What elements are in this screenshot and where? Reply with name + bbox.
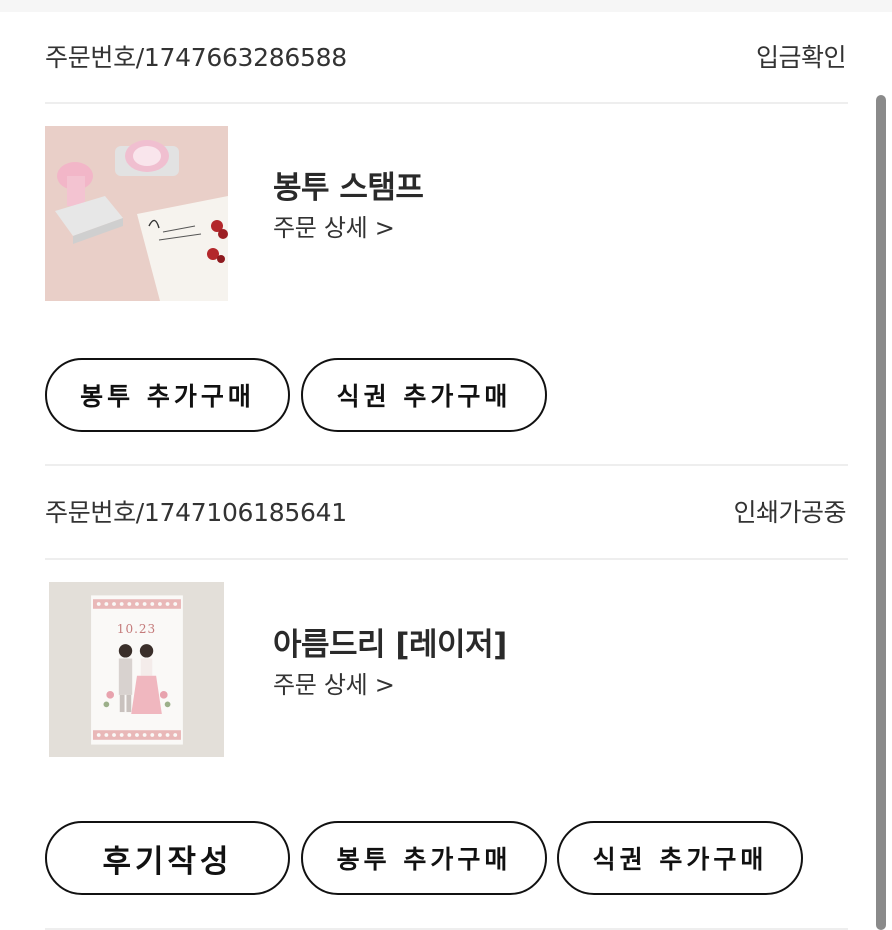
order-card: 주문번호/1747106185641 인쇄가공중 10.23 아름드리 [레이저… bbox=[45, 467, 848, 930]
divider bbox=[45, 464, 848, 466]
meal-ticket-add-purchase-button[interactable]: 식권 추가구매 bbox=[557, 821, 803, 895]
order-status: 인쇄가공중 bbox=[733, 498, 846, 527]
order-status: 입금확인 bbox=[755, 43, 847, 72]
product-thumbnail[interactable] bbox=[45, 126, 228, 301]
product-name[interactable]: 아름드리 [레이저] bbox=[273, 619, 507, 664]
product-name[interactable]: 봉투 스탬프 bbox=[273, 162, 424, 207]
order-card: 주문번호/1747663286588 입금확인 봉투 스탬프 주문 상세 > 봉… bbox=[45, 12, 848, 467]
meal-ticket-add-purchase-button[interactable]: 식권 추가구매 bbox=[301, 358, 547, 432]
order-detail-link[interactable]: 주문 상세 > bbox=[273, 208, 395, 243]
card-date-text: 10.23 bbox=[116, 622, 157, 636]
order-number: 주문번호/1747106185641 bbox=[45, 498, 347, 527]
product-thumbnail[interactable]: 10.23 bbox=[45, 582, 228, 757]
envelope-add-purchase-button[interactable]: 봉투 추가구매 bbox=[45, 358, 290, 432]
scrollbar[interactable] bbox=[876, 95, 886, 930]
top-strip bbox=[0, 0, 892, 12]
write-review-button[interactable]: 후기작성 bbox=[45, 821, 290, 895]
order-header: 주문번호/1747663286588 입금확인 bbox=[45, 12, 848, 104]
order-number: 주문번호/1747663286588 bbox=[45, 43, 347, 72]
divider bbox=[45, 102, 848, 104]
order-header: 주문번호/1747106185641 인쇄가공중 bbox=[45, 467, 848, 559]
divider bbox=[45, 558, 848, 560]
order-detail-link[interactable]: 주문 상세 > bbox=[273, 665, 395, 700]
envelope-add-purchase-button[interactable]: 봉투 추가구매 bbox=[301, 821, 547, 895]
